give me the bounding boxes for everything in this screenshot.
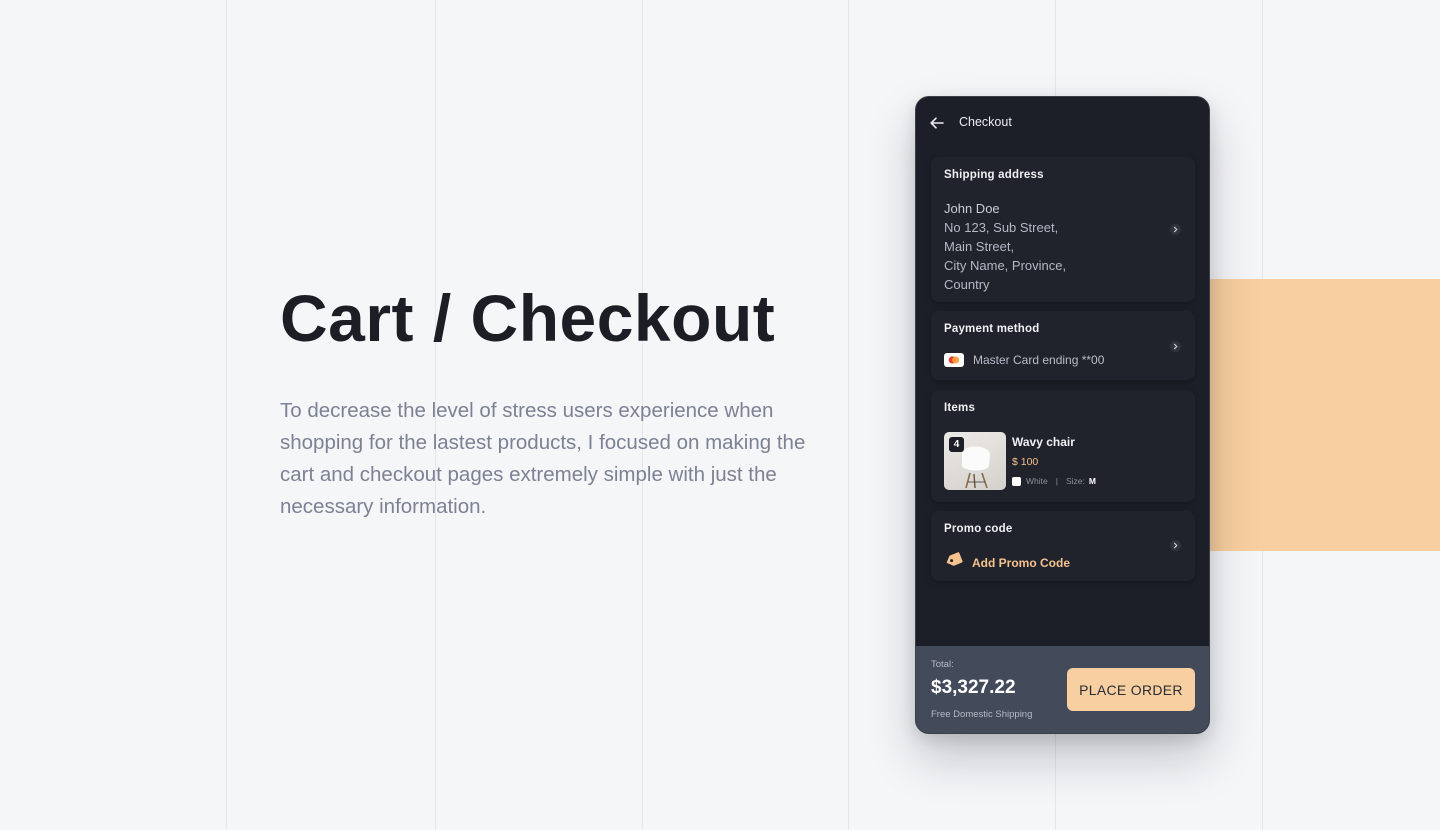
add-promo-code-link[interactable]: Add Promo Code (972, 556, 1070, 570)
shipping-address-title: Shipping address (944, 169, 1044, 181)
place-order-button[interactable]: PLACE ORDER (1067, 668, 1195, 711)
size-label: Size: (1065, 476, 1085, 486)
items-card: Items 4 Wavy chair $ 100 White | Size: M (931, 390, 1195, 502)
quantity-badge: 4 (949, 437, 964, 452)
showcase-stage: Cart / Checkout To decrease the level of… (0, 0, 1440, 830)
meta-separator: | (1055, 476, 1058, 486)
product-thumbnail: 4 (944, 432, 1006, 490)
phone-mockup: Checkout Shipping address John Doe No 12… (915, 96, 1210, 734)
accent-block (1210, 279, 1440, 551)
promo-code-row: Add Promo Code (944, 552, 1070, 573)
checkout-header: Checkout (916, 97, 1209, 147)
total-label: Total: (931, 659, 954, 670)
address-line: Country (944, 277, 990, 292)
item-meta: White | Size: M (1012, 476, 1096, 486)
payment-method-card[interactable]: Payment method Master Card ending **00 (931, 311, 1195, 380)
tag-icon (944, 552, 963, 573)
shipping-address-text: John Doe No 123, Sub Street, Main Street… (944, 199, 1066, 294)
item-price: $ 100 (1012, 456, 1039, 468)
chevron-right-icon[interactable] (1170, 224, 1181, 235)
size-value: M (1088, 476, 1096, 486)
order-footer: Total: $3,327.22 Free Domestic Shipping … (916, 646, 1209, 733)
item-name: Wavy chair (1012, 435, 1075, 449)
payment-method-title: Payment method (944, 323, 1040, 335)
shipping-address-card[interactable]: Shipping address John Doe No 123, Sub St… (931, 157, 1195, 302)
checkout-title: Checkout (959, 115, 1012, 129)
payment-method-row: Master Card ending **00 (944, 353, 1104, 367)
chevron-right-icon[interactable] (1170, 540, 1181, 551)
intro-paragraph: To decrease the level of stress users ex… (280, 399, 806, 518)
address-line: Main Street, (944, 239, 1015, 254)
total-amount: $3,327.22 (931, 677, 1016, 698)
items-title: Items (944, 402, 976, 414)
shipping-note: Free Domestic Shipping (931, 709, 1033, 720)
mastercard-icon (944, 353, 964, 367)
page-title: Cart / Checkout (280, 281, 776, 355)
arrow-left-icon[interactable] (928, 114, 946, 132)
recipient-name: John Doe (944, 201, 1000, 216)
address-line: City Name, Province, (944, 258, 1067, 273)
item-color: White (1026, 476, 1048, 486)
payment-method-label: Master Card ending **00 (973, 353, 1105, 367)
address-line: No 123, Sub Street, (944, 220, 1059, 235)
grid-line (226, 0, 227, 830)
promo-code-card[interactable]: Promo code Add Promo Code (931, 511, 1195, 581)
color-swatch (1012, 476, 1021, 486)
grid-line (848, 0, 849, 830)
chevron-right-icon[interactable] (1170, 341, 1181, 352)
promo-code-title: Promo code (944, 523, 1013, 535)
